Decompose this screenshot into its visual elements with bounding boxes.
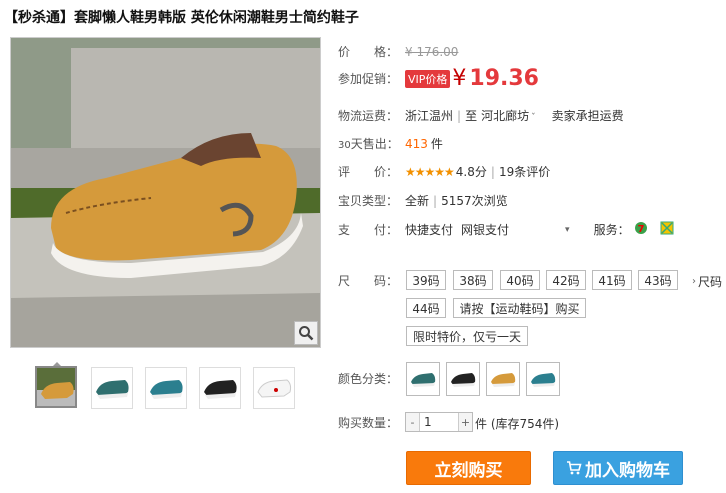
chevron-down-icon: ˇ — [531, 113, 536, 123]
thumbnail-2[interactable] — [91, 367, 133, 409]
shipping-label: 物流运费： — [338, 109, 399, 123]
rating-score: 4.8分 — [455, 165, 487, 179]
size-option-44[interactable]: 44码 — [406, 298, 446, 318]
color-option-teal[interactable] — [406, 362, 440, 396]
promo-price: 19.36 — [469, 66, 539, 91]
thumbnail-1[interactable] — [35, 366, 77, 408]
size-option-42[interactable]: 42码 — [546, 270, 586, 290]
thumbnail-5[interactable] — [253, 367, 295, 409]
guarantee-icon[interactable] — [660, 221, 674, 238]
sales-count: 413 — [405, 136, 428, 151]
size-option-39[interactable]: 39码 — [406, 270, 446, 290]
payment-dropdown-icon[interactable]: ▾ — [565, 225, 570, 235]
payment-row: 支 付： 快捷支付 网银支付 ▾ 服务： 7 — [338, 221, 674, 238]
buy-now-button[interactable]: 立刻购买 — [406, 451, 531, 485]
zoom-button[interactable] — [294, 321, 318, 345]
color-label-row: 颜色分类： — [338, 370, 405, 387]
thumbnail-3[interactable] — [145, 367, 187, 409]
shipping-fee: 卖家承担运费 — [551, 109, 624, 123]
size-option-38[interactable]: 38码 — [453, 270, 493, 290]
chevron-right-icon: › — [692, 276, 696, 287]
cart-icon — [566, 460, 582, 476]
thumbnail-4[interactable] — [199, 367, 241, 409]
add-to-cart-button[interactable]: 加入购物车 — [553, 451, 683, 485]
ship-to-selector[interactable]: 河北廊坊 ˇ — [481, 107, 536, 124]
original-price: ¥ 176.00 — [405, 44, 459, 59]
rating-label: 评 价： — [338, 165, 399, 179]
quantity-stepper: - 1 + — [405, 412, 473, 432]
separator: | — [433, 193, 438, 208]
sales-label: 30天售出： — [338, 137, 399, 151]
stock-info: 件 (库存754件) — [475, 417, 560, 431]
view-count: 5157次浏览 — [441, 194, 508, 208]
shipping-row: 物流运费： 浙江温州 | 至 河北廊坊 ˇ 卖家承担运费 — [338, 107, 624, 124]
color-option-black[interactable] — [446, 362, 480, 396]
quantity-minus-button[interactable]: - — [406, 413, 420, 431]
quantity-input[interactable]: 1 — [420, 413, 458, 431]
type-value: 全新 — [405, 194, 430, 208]
size-option-43[interactable]: 43码 — [638, 270, 678, 290]
vip-badge: VIP价格 — [405, 69, 451, 88]
sales-row: 30天售出： 413 件 — [338, 135, 443, 152]
color-option-blue[interactable] — [526, 362, 560, 396]
size-more[interactable]: › 尺码 — [692, 273, 722, 290]
add-to-cart-label: 加入购物车 — [585, 460, 670, 481]
type-row: 宝贝类型： 全新 | 5157次浏览 — [338, 192, 508, 209]
buy-now-label: 立刻购买 — [434, 460, 503, 481]
price-row: 价 格： ¥ 176.00 — [338, 43, 458, 60]
size-label-row: 尺 码： — [338, 272, 405, 289]
product-title: 【秒杀通】套脚懒人鞋男韩版 英伦休闲潮鞋男士简约鞋子 — [4, 10, 359, 26]
promo-row: 参加促销： VIP价格 ¥ 19.36 — [338, 66, 539, 91]
size-more-label: 尺码 — [698, 275, 723, 289]
reviews-link[interactable]: 19条评价 — [499, 163, 550, 180]
size-option-41[interactable]: 41码 — [592, 270, 632, 290]
type-label: 宝贝类型： — [338, 194, 399, 208]
color-option-tan[interactable] — [486, 362, 520, 396]
svg-text:7: 7 — [637, 224, 644, 235]
rating-row: 评 价： ★★★★★ 4.8分 | 19条评价 — [338, 163, 550, 180]
payment-method-bank: 网银支付 — [461, 223, 510, 237]
separator: | — [457, 108, 462, 123]
ship-to-location: 河北廊坊 — [481, 109, 530, 123]
quantity-plus-button[interactable]: + — [458, 413, 472, 431]
ship-to-word: 至 — [465, 109, 478, 123]
payment-method-quick: 快捷支付 — [405, 223, 454, 237]
ship-from: 浙江温州 — [405, 109, 454, 123]
quantity-label: 购买数量： — [338, 416, 399, 430]
quantity-label-row: 购买数量： — [338, 414, 405, 431]
service-label: 服务： — [593, 223, 630, 237]
magnifier-icon — [298, 325, 314, 341]
seven-day-return-icon[interactable]: 7 — [634, 221, 648, 238]
size-option-sport-fit[interactable]: 请按【运动鞋码】购买 — [453, 298, 586, 318]
payment-label: 支 付： — [338, 223, 399, 237]
sales-unit: 件 — [430, 137, 443, 151]
size-option-40[interactable]: 40码 — [500, 270, 540, 290]
size-option-limited-offer[interactable]: 限时特价，仅亏一天 — [406, 326, 528, 346]
separator: | — [490, 164, 495, 179]
currency-symbol: ¥ — [452, 66, 467, 91]
color-label: 颜色分类： — [338, 372, 399, 386]
shoe-photo — [11, 38, 320, 347]
main-product-image[interactable] — [10, 37, 321, 348]
promo-label: 参加促销： — [338, 72, 399, 86]
star-rating-icon: ★★★★★ — [405, 164, 455, 179]
price-label: 价 格： — [338, 45, 399, 59]
size-label: 尺 码： — [338, 274, 399, 288]
